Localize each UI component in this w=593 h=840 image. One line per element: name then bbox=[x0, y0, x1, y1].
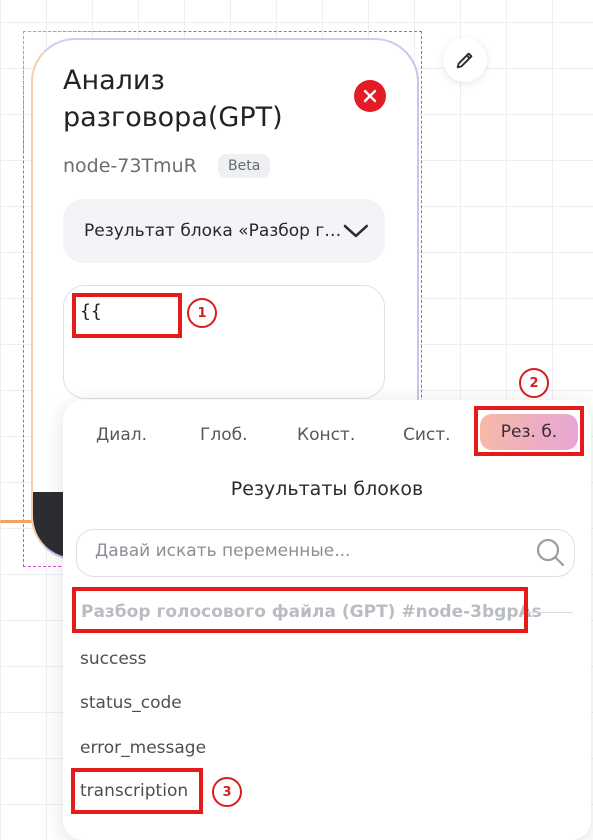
group-divider bbox=[527, 612, 573, 613]
highlight-box-editor bbox=[72, 293, 182, 338]
highlight-box-group bbox=[72, 587, 528, 633]
close-icon bbox=[363, 89, 377, 103]
connection-edge[interactable] bbox=[0, 520, 34, 523]
variable-item[interactable]: error_message bbox=[80, 738, 206, 758]
tab-dialog[interactable]: Диал. bbox=[96, 420, 147, 450]
highlight-box-tab bbox=[474, 406, 584, 456]
search-placeholder[interactable]: Давай искать переменные... bbox=[95, 541, 350, 561]
tab-global[interactable]: Глоб. bbox=[200, 420, 248, 450]
step-marker-2: 2 bbox=[519, 368, 549, 398]
search-icon[interactable] bbox=[535, 537, 565, 567]
variable-item[interactable]: success bbox=[80, 649, 147, 669]
chevron-down-icon[interactable] bbox=[343, 223, 369, 239]
node-id: node-73TmuR bbox=[63, 155, 197, 177]
variable-item[interactable]: status_code bbox=[80, 693, 182, 713]
popup-title: Результаты блоков bbox=[230, 478, 424, 500]
tab-constants[interactable]: Конст. bbox=[297, 420, 355, 450]
edit-node-button[interactable] bbox=[443, 38, 487, 82]
pencil-icon bbox=[456, 52, 473, 69]
highlight-box-variable bbox=[71, 768, 203, 814]
beta-badge: Beta bbox=[218, 154, 271, 178]
block-result-select-value: Результат блока «Разбор голосового файла… bbox=[84, 221, 343, 241]
close-node-button[interactable] bbox=[354, 80, 386, 112]
tab-system[interactable]: Сист. bbox=[403, 420, 451, 450]
node-title: Анализ разговора(GPT) bbox=[63, 65, 283, 133]
step-marker-3: 3 bbox=[212, 777, 242, 807]
step-marker-1: 1 bbox=[187, 298, 217, 328]
block-result-select[interactable]: Результат блока «Разбор голосового файла… bbox=[63, 199, 385, 263]
